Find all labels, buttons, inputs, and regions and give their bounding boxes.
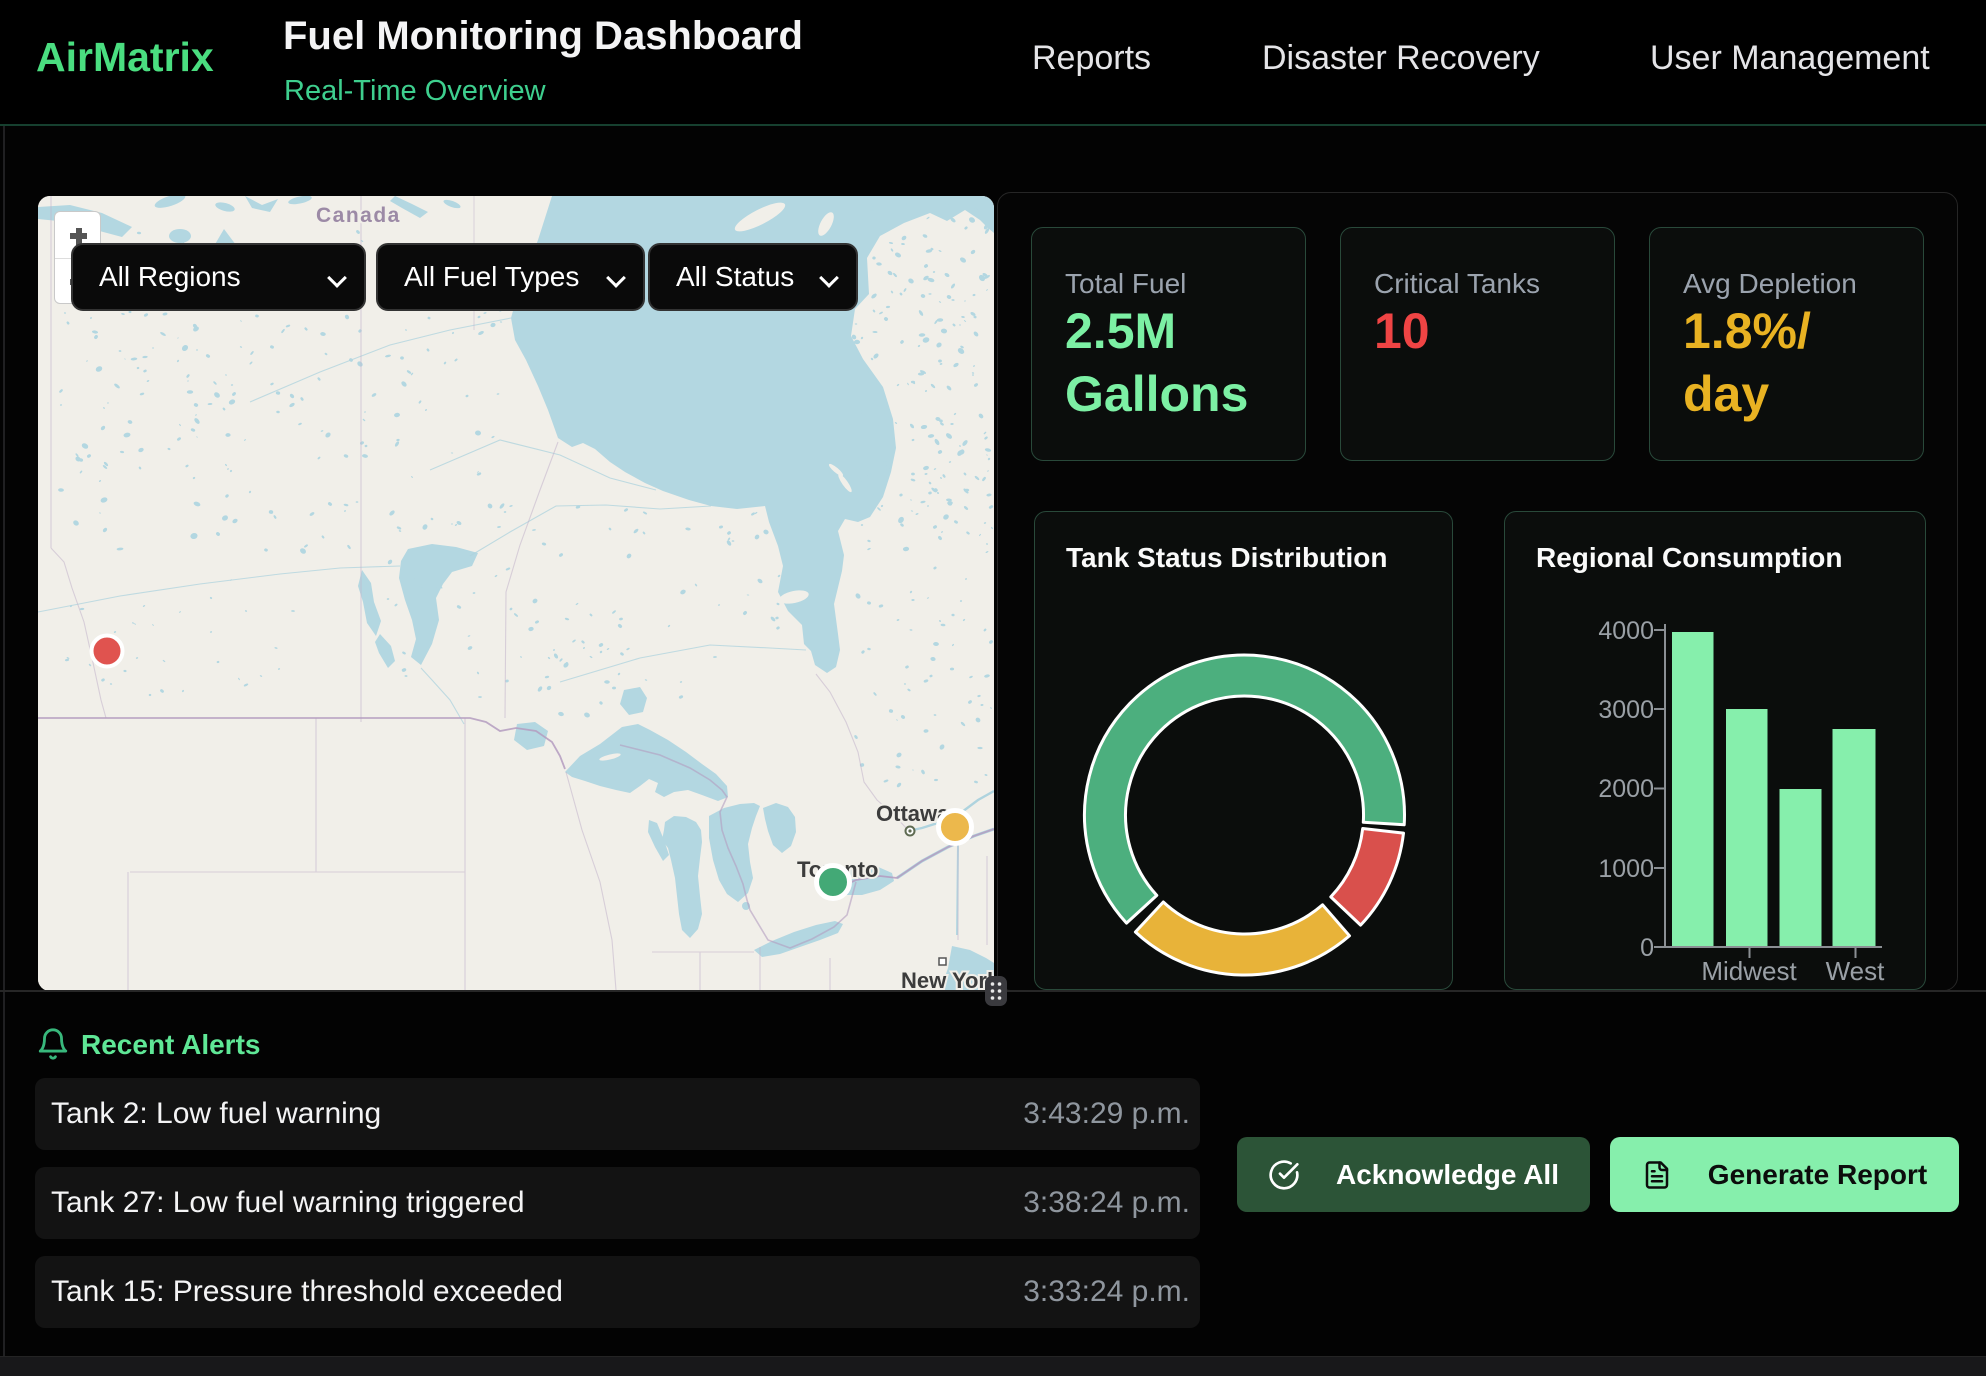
svg-text:West: West (1826, 956, 1886, 986)
svg-text:4000: 4000 (1598, 617, 1654, 645)
svg-text:1000: 1000 (1598, 855, 1654, 883)
svg-text:Canada: Canada (316, 204, 401, 227)
svg-text:3000: 3000 (1598, 696, 1654, 724)
svg-text:2000: 2000 (1598, 775, 1654, 803)
svg-text:New York: New York (901, 968, 994, 991)
svg-text:0: 0 (1640, 934, 1654, 962)
svg-text:Midwest: Midwest (1701, 956, 1797, 986)
